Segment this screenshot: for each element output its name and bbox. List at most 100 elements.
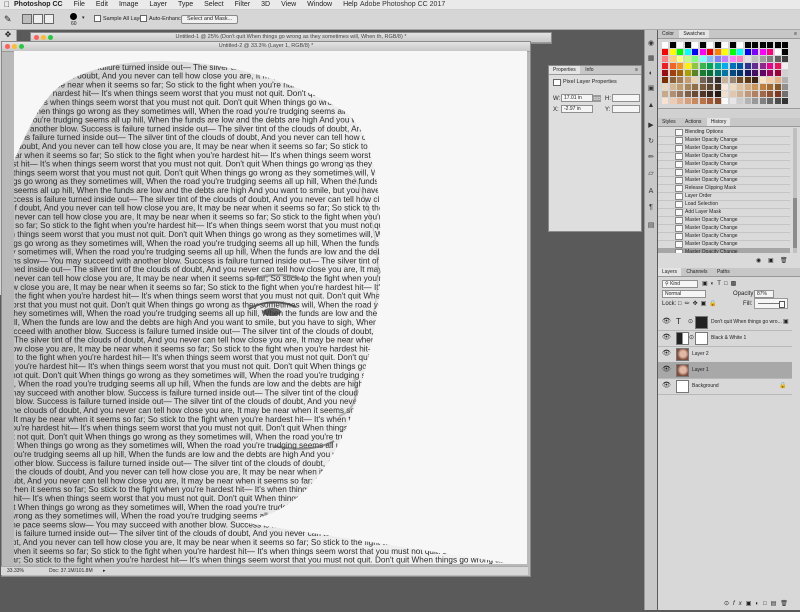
color-swatch[interactable] xyxy=(782,70,788,76)
color-swatch[interactable] xyxy=(774,91,781,97)
color-swatch[interactable] xyxy=(692,42,698,48)
tab-info[interactable]: Info xyxy=(581,66,597,74)
visibility-eye-icon[interactable]: 👁 xyxy=(662,366,671,374)
color-swatch[interactable] xyxy=(714,42,721,48)
color-swatch[interactable] xyxy=(677,77,683,83)
color-swatch[interactable] xyxy=(722,49,728,55)
menu-file[interactable]: File xyxy=(74,1,85,8)
color-swatch[interactable] xyxy=(669,84,676,90)
color-swatch[interactable] xyxy=(729,91,736,97)
actions-panel-icon[interactable]: ▶ xyxy=(647,122,655,130)
auto-enhance-check-icon[interactable] xyxy=(140,15,147,22)
layer-name[interactable]: Don't quit When things go wro... xyxy=(711,319,782,325)
opacity-slider[interactable] xyxy=(754,298,788,309)
color-swatch[interactable] xyxy=(729,84,736,90)
color-swatch[interactable] xyxy=(767,49,773,55)
color-swatch[interactable] xyxy=(759,77,766,83)
color-swatch[interactable] xyxy=(692,56,698,62)
color-swatch[interactable] xyxy=(714,84,721,90)
color-swatch[interactable] xyxy=(662,56,668,62)
styles-panel-icon[interactable]: ▲ xyxy=(647,102,655,110)
color-swatch[interactable] xyxy=(744,63,751,69)
color-swatch[interactable] xyxy=(737,84,743,90)
menu-app[interactable]: Photoshop CC xyxy=(14,1,63,8)
color-swatch[interactable] xyxy=(774,98,781,104)
move-tool-icon[interactable]: ✥ xyxy=(2,30,14,40)
color-swatch[interactable] xyxy=(677,84,683,90)
color-swatch[interactable] xyxy=(774,84,781,90)
tab-swatches[interactable]: Swatches xyxy=(679,30,710,38)
color-swatch[interactable] xyxy=(707,49,713,55)
color-swatch[interactable] xyxy=(707,77,713,83)
color-swatch[interactable] xyxy=(737,91,743,97)
brush-panel-icon[interactable]: ✏ xyxy=(647,154,655,162)
menu-image[interactable]: Image xyxy=(119,1,138,8)
menu-help[interactable]: Help xyxy=(343,1,357,8)
status-menu-icon[interactable]: ▸ xyxy=(103,567,106,575)
color-swatch[interactable] xyxy=(722,98,728,104)
color-swatch[interactable] xyxy=(677,91,683,97)
color-swatch[interactable] xyxy=(752,56,758,62)
opacity-slider-thumb[interactable] xyxy=(778,301,785,308)
color-swatch[interactable] xyxy=(677,63,683,69)
zoom-level[interactable]: 33.33% xyxy=(7,567,24,575)
color-swatch[interactable] xyxy=(684,70,691,76)
zoom-icon[interactable] xyxy=(48,35,53,40)
tab-color[interactable]: Color xyxy=(658,30,678,38)
color-swatch[interactable] xyxy=(669,56,676,62)
color-swatch[interactable] xyxy=(707,70,713,76)
layer-row-background[interactable]: 👁 Background 🔒 xyxy=(658,378,792,395)
zoom-icon[interactable] xyxy=(19,44,24,49)
color-swatch[interactable] xyxy=(744,98,751,104)
menu-filter[interactable]: Filter xyxy=(235,1,251,8)
x-field[interactable]: -2.97 in xyxy=(561,105,593,113)
quick-selection-tool-icon[interactable]: ✎ xyxy=(4,14,12,25)
tab-styles[interactable]: Styles xyxy=(658,118,680,126)
color-swatch[interactable] xyxy=(677,98,683,104)
brush-dropdown-icon[interactable]: ▾ xyxy=(82,15,85,21)
visibility-eye-icon[interactable]: 👁 xyxy=(662,334,671,342)
minimize-icon[interactable] xyxy=(12,44,17,49)
color-swatch[interactable] xyxy=(692,91,698,97)
color-swatch[interactable] xyxy=(722,84,728,90)
color-swatch[interactable] xyxy=(782,91,788,97)
color-swatch[interactable] xyxy=(677,42,683,48)
height-field[interactable] xyxy=(612,94,640,102)
color-swatch[interactable] xyxy=(722,63,728,69)
color-swatch[interactable] xyxy=(722,56,728,62)
snapshot-icon[interactable]: ◉ xyxy=(756,257,761,264)
color-swatch[interactable] xyxy=(752,91,758,97)
color-swatch[interactable] xyxy=(669,49,676,55)
color-swatch[interactable] xyxy=(737,49,743,55)
color-swatch[interactable] xyxy=(699,91,706,97)
color-swatch[interactable] xyxy=(707,63,713,69)
color-swatch[interactable] xyxy=(759,98,766,104)
menu-select[interactable]: Select xyxy=(204,1,223,8)
color-swatch[interactable] xyxy=(699,98,706,104)
color-swatch[interactable] xyxy=(744,84,751,90)
color-swatch[interactable] xyxy=(729,42,736,48)
color-swatch[interactable] xyxy=(722,77,728,83)
color-swatch[interactable] xyxy=(767,70,773,76)
color-swatch[interactable] xyxy=(782,63,788,69)
brush-preview-icon[interactable] xyxy=(70,13,77,20)
document-canvas[interactable]: No matter how slow the pace seems slow— … xyxy=(14,51,527,564)
color-swatch[interactable] xyxy=(752,84,758,90)
color-swatch[interactable] xyxy=(684,77,691,83)
color-swatch[interactable] xyxy=(707,98,713,104)
color-swatch[interactable] xyxy=(684,63,691,69)
new-layer-icon[interactable]: ▤ xyxy=(771,601,781,607)
tab-layers[interactable]: Layers xyxy=(658,268,682,276)
layer-row-layer-1[interactable]: 👁 Layer 1 xyxy=(658,362,792,379)
color-swatch[interactable] xyxy=(662,98,668,104)
color-swatch[interactable] xyxy=(767,84,773,90)
libraries-panel-icon[interactable]: ▣ xyxy=(647,85,655,93)
color-swatch[interactable] xyxy=(707,42,713,48)
tab-actions[interactable]: Actions xyxy=(681,118,705,126)
color-swatch[interactable] xyxy=(669,77,676,83)
color-swatch[interactable] xyxy=(759,56,766,62)
color-swatch[interactable] xyxy=(737,70,743,76)
color-swatch[interactable] xyxy=(714,91,721,97)
link-layers-icon[interactable]: ⊙ xyxy=(724,601,733,607)
new-snapshot-icon[interactable]: ▣ xyxy=(768,257,774,264)
